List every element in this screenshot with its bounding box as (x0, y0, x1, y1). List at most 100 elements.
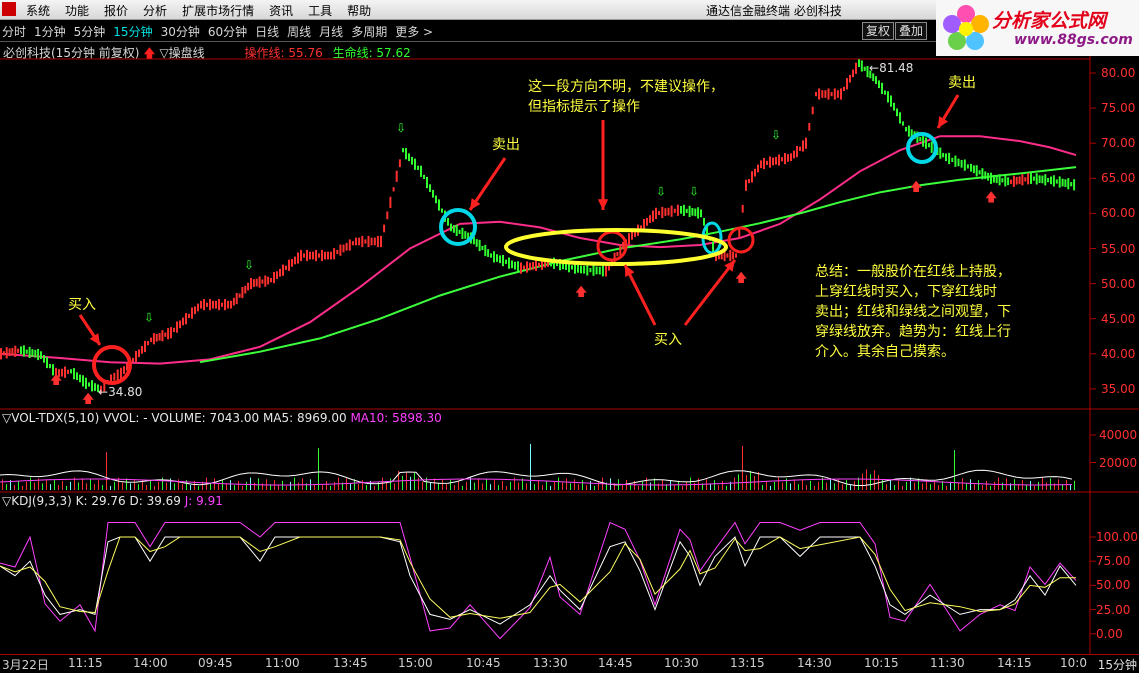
volume-bar (834, 483, 835, 490)
candle (170, 327, 172, 339)
volume-bar (350, 483, 351, 490)
candle (972, 165, 975, 174)
candle (120, 367, 122, 379)
candle (664, 208, 667, 216)
candle (781, 157, 783, 162)
candle (370, 237, 373, 246)
candle (860, 60, 863, 72)
candle (858, 59, 860, 67)
candle (432, 189, 434, 198)
candle (836, 90, 839, 98)
candle (161, 330, 164, 342)
candle (1038, 175, 1041, 183)
candle (194, 306, 196, 315)
candle (88, 382, 90, 387)
volume-bar (734, 477, 735, 490)
candle (605, 265, 607, 277)
period-indicator[interactable]: 15分钟 (1098, 656, 1137, 673)
candle (490, 253, 492, 258)
candle (241, 287, 244, 299)
candle (155, 333, 158, 342)
candle (899, 112, 901, 124)
volume-bar (382, 477, 383, 490)
candle (769, 156, 771, 168)
volume-bar (218, 483, 219, 490)
candle (336, 249, 339, 255)
candle (508, 257, 510, 269)
candle (255, 278, 258, 287)
volume-bar (726, 485, 727, 490)
volume-bar (502, 480, 503, 490)
candle (244, 285, 247, 294)
arrow-buy-2b (683, 259, 737, 326)
volume-bar (318, 448, 319, 490)
vol-ma5-line (0, 469, 1073, 486)
volume-bar (238, 480, 239, 490)
candle (141, 346, 143, 354)
volume-bar (862, 473, 863, 490)
volume-bar (6, 484, 7, 490)
candle (395, 170, 398, 182)
volume-bar (870, 474, 871, 490)
sell-arrow-icon: ⇩ (244, 258, 254, 272)
candle (884, 90, 886, 95)
candle (132, 357, 134, 363)
candle (811, 106, 814, 115)
kdj-j-value: J: 9.91 (184, 494, 223, 508)
candle (221, 302, 223, 307)
volume-bar (126, 478, 127, 490)
candle (802, 140, 804, 152)
candle (438, 199, 440, 211)
candle (661, 206, 664, 219)
volume-bar (518, 482, 519, 490)
kdj-d-line (0, 536, 1076, 619)
time-tick-label: 13:30 (533, 656, 568, 670)
volume-bar (450, 480, 451, 490)
candle (64, 366, 66, 378)
candle (815, 92, 817, 97)
volume-bar (526, 483, 527, 490)
candle (680, 206, 682, 214)
candle (355, 237, 357, 246)
candle (176, 321, 178, 333)
volume-bar (226, 484, 227, 490)
time-tick-label: 10:0 (1060, 656, 1087, 670)
price-high-label: ←81.48 (869, 61, 914, 75)
candle (981, 168, 984, 180)
candle (481, 245, 484, 251)
volume-bar (402, 476, 403, 490)
brand-name: 分析家公式网 (992, 10, 1107, 32)
volume-bar (790, 483, 791, 490)
volume-bar (638, 485, 639, 490)
volume-bar (882, 479, 883, 490)
candle (827, 88, 830, 100)
price-tick-label: 50.00 (1101, 276, 1136, 291)
candle (778, 154, 780, 166)
candle (514, 261, 516, 270)
candle (150, 337, 152, 342)
time-tick-label: 13:15 (730, 656, 765, 670)
volume-bar (706, 479, 707, 490)
volume-bar (410, 476, 411, 490)
candle (688, 205, 691, 217)
candle (252, 279, 255, 287)
volume-bar (474, 482, 475, 490)
candle (741, 204, 744, 213)
volume-bar (642, 481, 643, 491)
candle (188, 313, 190, 318)
vol-ma10: MA10: 5898.30 (350, 411, 442, 425)
candle (505, 259, 507, 264)
candle (475, 239, 478, 247)
candle (517, 261, 519, 273)
price-tick-label: 65.00 (1101, 171, 1136, 186)
candle (601, 265, 604, 277)
candle (760, 160, 762, 169)
candle (586, 264, 589, 276)
volume-bar (1070, 485, 1071, 491)
volume-bar (346, 478, 347, 490)
candle (1052, 175, 1055, 187)
volume-bar (898, 480, 899, 490)
volume-bar (174, 483, 175, 490)
candle (942, 153, 945, 158)
candle (729, 249, 732, 262)
